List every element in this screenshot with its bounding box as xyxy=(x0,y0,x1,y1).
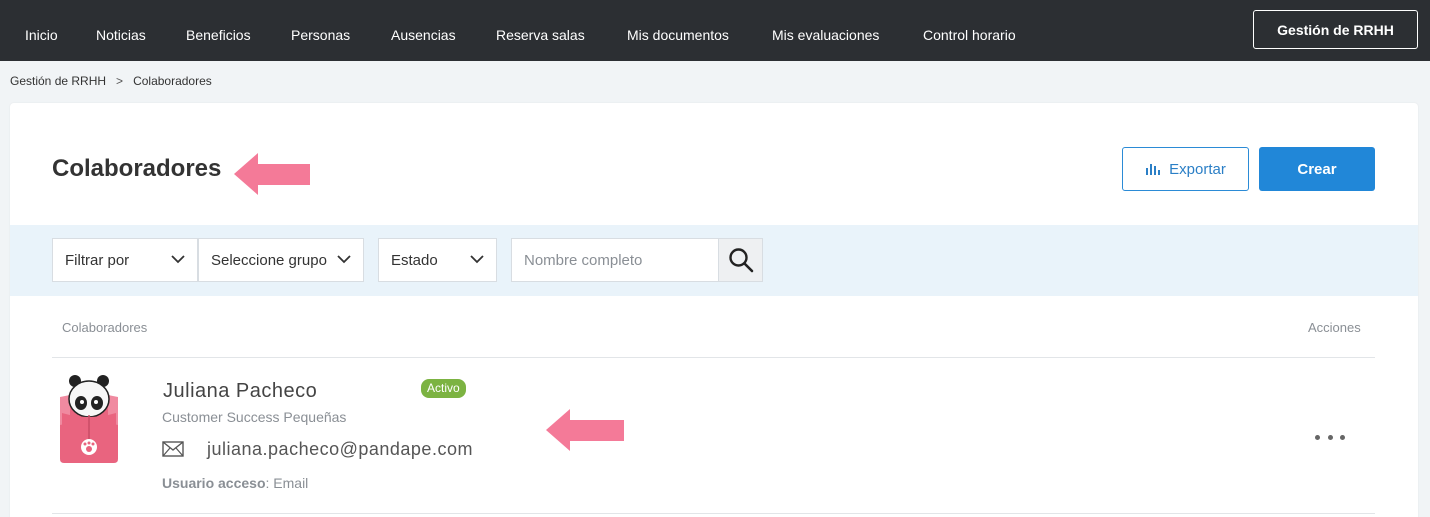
more-dots-icon xyxy=(1315,434,1320,440)
nav-item-personas[interactable]: Personas xyxy=(291,27,350,43)
breadcrumb-separator: > xyxy=(116,74,124,88)
breadcrumb-root[interactable]: Gestión de RRHH xyxy=(10,74,106,88)
status-label: Estado xyxy=(391,251,438,269)
breadcrumb-current: Colaboradores xyxy=(133,74,212,88)
collaborator-name[interactable]: Juliana Pacheco xyxy=(163,380,317,403)
gestion-rrhh-button[interactable]: Gestión de RRHH xyxy=(1253,10,1418,49)
nav-item-noticias[interactable]: Noticias xyxy=(96,27,146,43)
breadcrumb: Gestión de RRHH > Colaboradores xyxy=(10,74,212,88)
chevron-down-icon xyxy=(470,255,484,264)
filter-by-label: Filtrar por xyxy=(65,251,130,269)
annotation-arrow-row xyxy=(546,409,624,451)
create-button[interactable]: Crear xyxy=(1259,147,1375,191)
nav-item-mis-evaluaciones[interactable]: Mis evaluaciones xyxy=(772,27,879,43)
export-button[interactable]: Exportar xyxy=(1122,147,1249,191)
search-button[interactable] xyxy=(718,238,763,282)
status-select[interactable]: Estado xyxy=(378,238,497,282)
more-actions-button[interactable] xyxy=(1315,428,1345,446)
group-select[interactable]: Seleccione grupo xyxy=(198,238,364,282)
annotation-arrow-title xyxy=(234,153,310,195)
chevron-down-icon xyxy=(171,255,185,264)
nav-item-ausencias[interactable]: Ausencias xyxy=(391,27,456,43)
column-header-collaborators: Colaboradores xyxy=(62,320,148,335)
top-navigation: Inicio Noticias Beneficios Personas Ause… xyxy=(0,0,1430,61)
search-icon xyxy=(728,248,753,273)
access-info: Usuario acceso: Email xyxy=(162,475,308,491)
collaborator-email[interactable]: juliana.pacheco@pandape.com xyxy=(207,439,473,460)
nav-item-beneficios[interactable]: Beneficios xyxy=(186,27,251,43)
nav-item-inicio[interactable]: Inicio xyxy=(25,27,58,43)
access-value: : Email xyxy=(265,475,309,491)
nav-item-mis-documentos[interactable]: Mis documentos xyxy=(627,27,729,43)
name-search-input[interactable] xyxy=(511,238,718,282)
chevron-down-icon xyxy=(337,255,351,264)
row-divider xyxy=(52,513,1375,514)
header-divider xyxy=(52,357,1375,358)
nav-item-control-horario[interactable]: Control horario xyxy=(923,27,1016,43)
collaborator-role: Customer Success Pequeñas xyxy=(162,409,347,425)
column-header-actions: Acciones xyxy=(1308,320,1361,335)
panda-avatar[interactable] xyxy=(58,373,120,465)
status-badge: Activo xyxy=(421,379,466,398)
filter-by-select[interactable]: Filtrar por xyxy=(52,238,198,282)
group-label: Seleccione grupo xyxy=(211,251,327,269)
bar-chart-icon xyxy=(1146,164,1161,175)
access-label: Usuario acceso xyxy=(162,475,266,491)
export-label: Exportar xyxy=(1169,160,1226,178)
collaborators-card: Colaboradores Exportar Crear Filtrar por… xyxy=(10,103,1418,517)
filter-bar: Filtrar por Seleccione grupo Estado xyxy=(10,225,1418,296)
nav-item-reserva-salas[interactable]: Reserva salas xyxy=(496,27,585,43)
mail-icon xyxy=(162,441,184,457)
page-title: Colaboradores xyxy=(52,155,222,182)
